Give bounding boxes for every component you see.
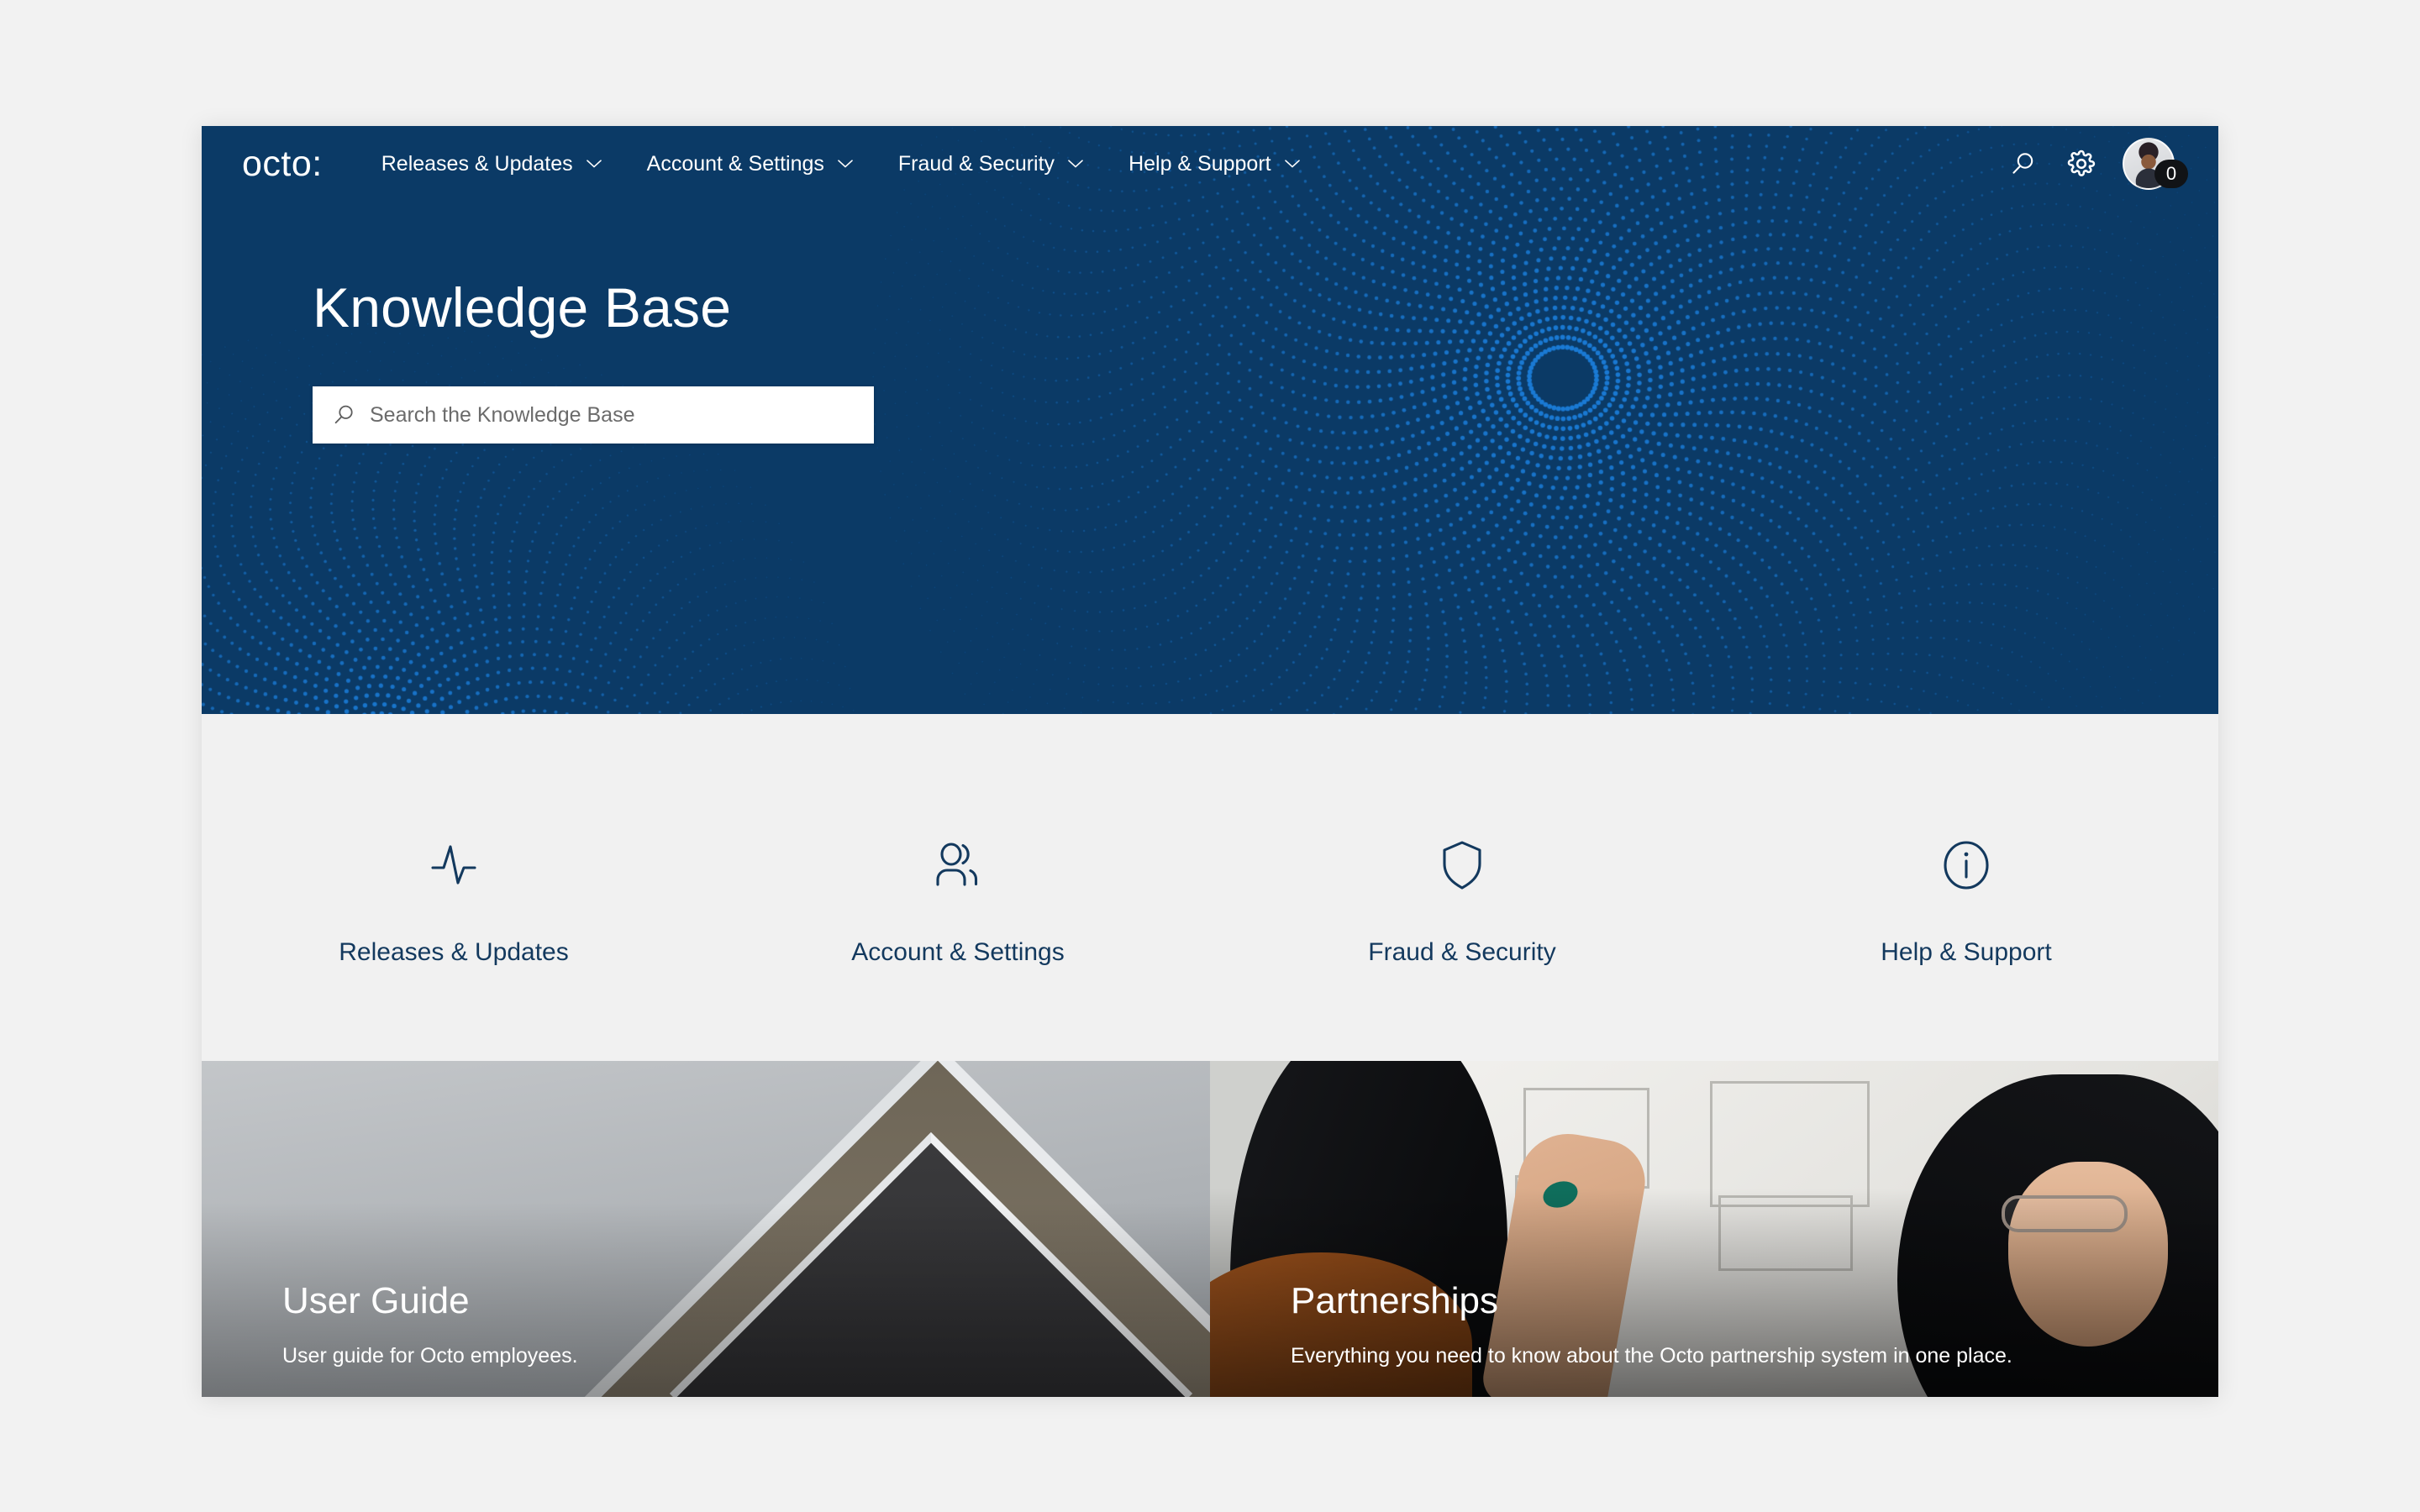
nav-item-label: Account & Settings xyxy=(646,151,824,176)
avatar[interactable]: 0 xyxy=(2123,138,2188,190)
nav-item-help-support[interactable]: Help & Support xyxy=(1128,152,1300,176)
page-title: Knowledge Base xyxy=(313,276,732,339)
card-title: User Guide xyxy=(282,1280,470,1321)
category-label: Fraud & Security xyxy=(1368,937,1556,966)
feature-card-row: User Guide User guide for Octo employees… xyxy=(202,1061,2218,1397)
card-description: Everything you need to know about the Oc… xyxy=(1291,1344,2012,1368)
category-account-settings[interactable]: Account & Settings xyxy=(706,829,1210,967)
nav-menu: Releases & Updates Account & Settings Fr… xyxy=(381,152,1300,176)
card-description: User guide for Octo employees. xyxy=(282,1344,578,1368)
nav-item-label: Releases & Updates xyxy=(381,151,573,176)
info-circle-icon xyxy=(1935,829,1997,901)
nav-item-fraud-security[interactable]: Fraud & Security xyxy=(898,152,1083,176)
category-grid: Releases & Updates Account & Settings Fr… xyxy=(202,714,2218,1061)
users-icon xyxy=(927,829,989,901)
shield-icon xyxy=(1431,829,1493,901)
category-releases-updates[interactable]: Releases & Updates xyxy=(202,829,706,967)
gear-icon[interactable] xyxy=(2064,146,2099,181)
hero-section: octo: Releases & Updates Account & Setti… xyxy=(202,126,2218,714)
notification-badge: 0 xyxy=(2154,160,2188,188)
top-navigation-bar: octo: Releases & Updates Account & Setti… xyxy=(202,126,2218,202)
activity-pulse-icon xyxy=(423,829,485,901)
card-partnerships[interactable]: Partnerships Everything you need to know… xyxy=(1210,1061,2218,1397)
knowledge-base-search-box[interactable] xyxy=(313,386,874,444)
card-title: Partnerships xyxy=(1291,1280,1499,1321)
chevron-down-icon xyxy=(1284,160,1300,168)
search-input[interactable] xyxy=(370,402,855,428)
nav-item-label: Fraud & Security xyxy=(897,151,1055,176)
chevron-down-icon xyxy=(838,160,853,168)
category-label: Help & Support xyxy=(1881,937,2052,966)
hero-content: Knowledge Base xyxy=(202,202,2218,444)
search-icon xyxy=(331,402,356,428)
card-user-guide[interactable]: User Guide User guide for Octo employees… xyxy=(202,1061,1210,1397)
category-label: Account & Settings xyxy=(851,937,1065,966)
search-icon[interactable] xyxy=(2005,146,2040,181)
nav-item-account-settings[interactable]: Account & Settings xyxy=(647,152,853,176)
category-label: Releases & Updates xyxy=(339,937,569,966)
nav-item-releases-updates[interactable]: Releases & Updates xyxy=(381,152,602,176)
category-help-support[interactable]: Help & Support xyxy=(1714,829,2218,967)
nav-item-label: Help & Support xyxy=(1128,151,1271,176)
knowledge-base-page: octo: Releases & Updates Account & Setti… xyxy=(202,126,2218,1397)
nav-actions: 0 xyxy=(2005,138,2188,190)
chevron-down-icon xyxy=(586,160,602,168)
octo-logo[interactable]: octo: xyxy=(242,145,323,182)
chevron-down-icon xyxy=(1068,160,1083,168)
category-fraud-security[interactable]: Fraud & Security xyxy=(1210,829,1714,967)
